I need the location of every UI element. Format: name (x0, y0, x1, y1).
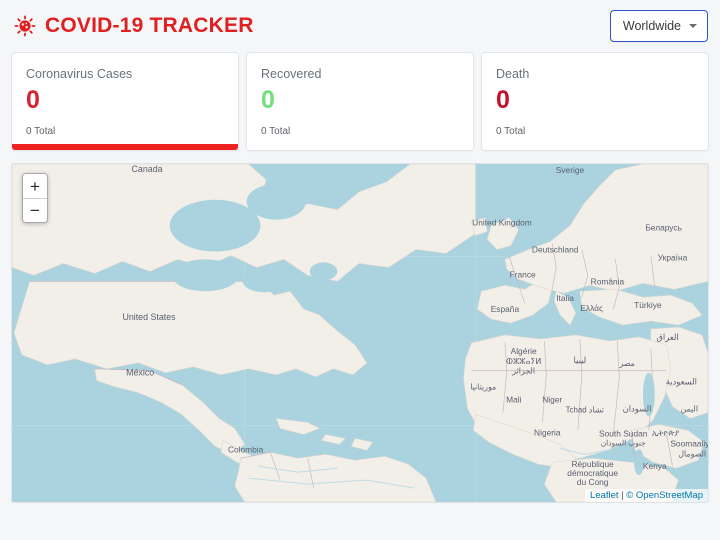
leaflet-link[interactable]: Leaflet (590, 490, 619, 501)
map-label: México (126, 368, 154, 378)
stat-label: Recovered (261, 67, 322, 81)
map-zoom-control[interactable]: + − (22, 173, 48, 223)
stat-value: 0 (261, 86, 275, 114)
covid-tracker-app: COVID-19 TRACKER Worldwide Coronavirus C… (0, 0, 720, 540)
map-label: الجزائر (511, 367, 535, 376)
stat-card-recovered[interactable]: Recovered 0 0 Total (246, 52, 474, 151)
map-label: Colombia (228, 444, 264, 454)
map-label: United Kingdom (472, 218, 532, 228)
stat-accent-bar (12, 144, 238, 150)
map-label: Algérie (511, 346, 537, 356)
map-container[interactable]: Canada United States México Colombia Sverige… (11, 163, 709, 503)
map-label: Niger (542, 395, 562, 405)
zoom-out-button[interactable]: − (23, 198, 47, 222)
map-label: العراق (656, 332, 678, 342)
map-attribution: Leaflet | © OpenStreetMap (585, 489, 708, 502)
map-label: جنوب السودان (601, 438, 646, 447)
stat-card-cases[interactable]: Coronavirus Cases 0 0 Total (11, 52, 239, 151)
brand: COVID-19 TRACKER (14, 14, 254, 38)
page-title: COVID-19 TRACKER (45, 14, 254, 37)
stats-row: Coronavirus Cases 0 0 Total Recovered 0 … (8, 52, 712, 151)
map-label: Kenya (643, 461, 667, 471)
map-label: United States (122, 312, 176, 322)
map-label: Nigeria (534, 427, 561, 437)
map-label: Ελλάς (580, 303, 603, 313)
map-label: ኢትዮጵያ (652, 428, 679, 437)
map-label: الصومال (678, 449, 706, 458)
map-label: السودان (623, 404, 652, 414)
map-label: اليمن (681, 405, 699, 414)
map-label: Tchad تشاد (566, 406, 604, 415)
map-label: مصر (618, 359, 634, 368)
map-label: Sverige (556, 165, 585, 175)
chevron-down-icon (689, 24, 697, 28)
map-label: ⵀⵣⵣⴰⵢⵍ (506, 357, 541, 366)
stat-total: 0 Total (496, 126, 526, 137)
stat-label: Coronavirus Cases (26, 67, 133, 81)
stat-total: 0 Total (261, 126, 291, 137)
map-label: Україна (658, 252, 688, 262)
attribution-separator: | (621, 490, 624, 501)
map-label: du Cong (577, 477, 609, 487)
map-label: Беларусь (645, 223, 682, 233)
map-label: España (491, 304, 520, 314)
map-label: موريتانيا (470, 383, 496, 392)
map-label: ليبيا (574, 355, 587, 365)
zoom-in-button[interactable]: + (23, 174, 47, 198)
map-label: Soomaaliya (670, 438, 708, 448)
openstreetmap-link[interactable]: © OpenStreetMap (626, 490, 703, 501)
stat-value: 0 (26, 86, 40, 114)
map-label: السعودية (666, 377, 697, 387)
region-select-value: Worldwide (622, 19, 681, 33)
stat-card-death[interactable]: Death 0 0 Total (481, 52, 709, 151)
stat-value: 0 (496, 86, 510, 114)
app-header: COVID-19 TRACKER Worldwide (8, 0, 712, 52)
map-label: Italia (556, 293, 574, 303)
map-label: Canada (132, 164, 163, 174)
stat-label: Death (496, 67, 530, 81)
map-label: Mali (506, 395, 521, 405)
map-label: Deutschland (532, 244, 579, 254)
map-label: South Sudan (599, 428, 648, 438)
map-labels: Canada United States México Colombia Sverige… (122, 164, 708, 487)
virus-icon (14, 15, 36, 37)
map-label: Türkiye (634, 300, 662, 310)
map-label: France (510, 269, 536, 279)
region-select[interactable]: Worldwide (609, 10, 708, 42)
map-label: România (591, 276, 625, 286)
stat-total: 0 Total (26, 126, 56, 137)
